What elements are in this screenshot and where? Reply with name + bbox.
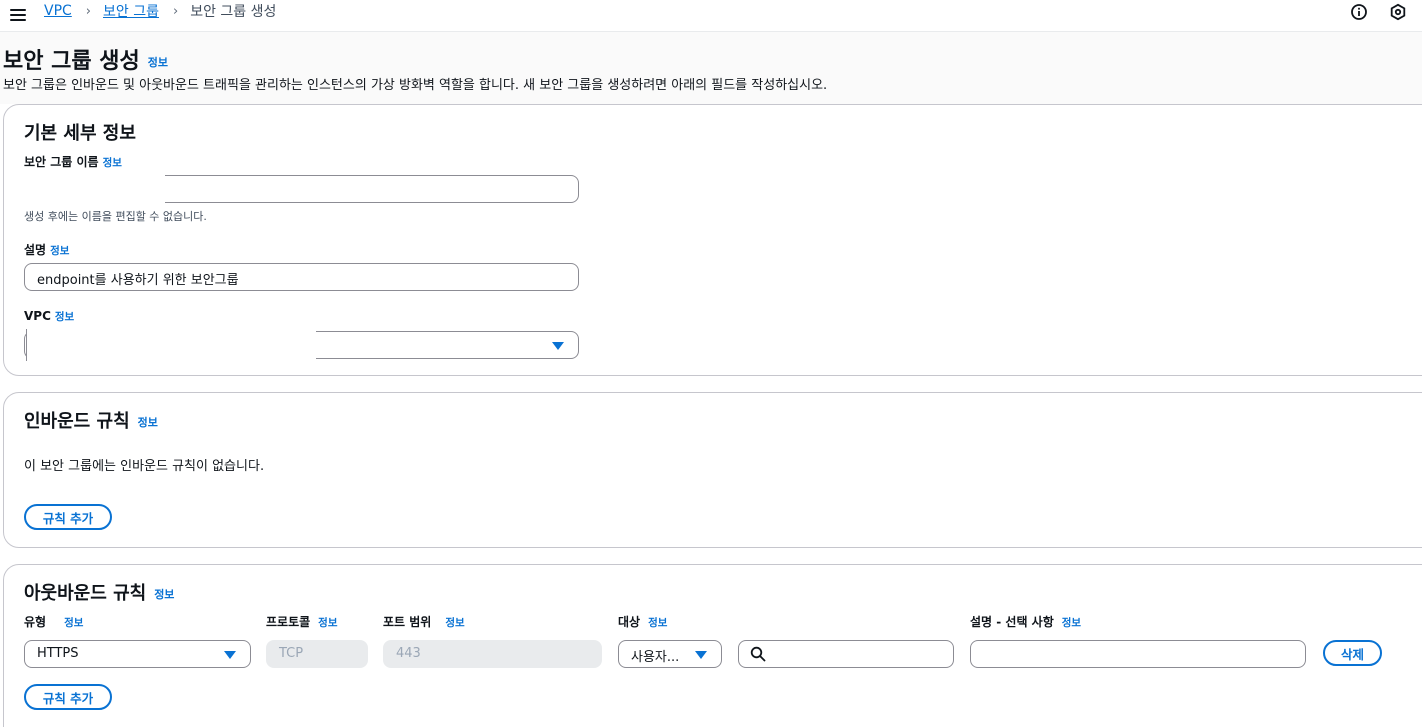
info-circle-icon[interactable] [1350,3,1368,21]
column-header-port-range: 포트 범위 정보 [383,613,465,630]
page-title: 보안 그룹 생성 정보 [3,43,168,75]
page-header: 보안 그룹 생성 정보 보안 그룹은 인바운드 및 아웃바운드 트래픽을 관리하는… [0,32,1422,104]
outbound-rules-panel: 아웃바운드 규칙 정보 유형 정보 프로토콜 정보 포트 범위 정보 대상 정보 설명 -… [3,564,1422,727]
rule-description-input[interactable] [970,640,1306,668]
column-header-description: 설명 - 선택 사항 정보 [970,613,1081,630]
page-title-text: 보안 그룹 생성 [3,49,140,74]
inbound-add-rule-button[interactable]: 규칙 추가 [24,504,112,530]
outbound-info-link[interactable]: 정보 [154,588,174,601]
vpc-info-link[interactable]: 정보 [55,311,74,323]
redacted-overlay [26,329,316,361]
basic-details-title-text: 기본 세부 정보 [24,123,136,144]
delete-rule-button[interactable]: 삭제 [1323,640,1382,666]
outbound-add-rule-button[interactable]: 규칙 추가 [24,684,112,710]
hexagon-settings-icon[interactable] [1389,3,1407,21]
description-input[interactable]: endpoint를 사용하기 위한 보안그룹 [24,263,579,291]
basic-details-panel: 기본 세부 정보 보안 그룹 이름 정보 생성 후에는 이름을 편집할 수 없습니… [3,104,1422,376]
target-info-link[interactable]: 정보 [648,617,667,629]
caret-down-icon [552,342,564,350]
top-navigation-bar: VPC › 보안 그룹 › 보안 그룹 생성 [0,0,1422,32]
inbound-rules-title: 인바운드 규칙 정보 [24,407,158,433]
description-optional-info-link[interactable]: 정보 [1062,617,1081,629]
column-header-type-text: 유형 [24,615,47,629]
column-header-protocol: 프로토콜 정보 [266,613,338,630]
inbound-empty-message: 이 보안 그룹에는 인바운드 규칙이 없습니다. [24,459,265,474]
description-label-text: 설명 [24,243,47,257]
security-group-name-info-link[interactable]: 정보 [103,157,122,169]
breadcrumb-current: 보안 그룹 생성 [190,4,277,20]
search-icon [750,646,766,662]
inbound-rules-panel: 인바운드 규칙 정보 이 보안 그룹에는 인바운드 규칙이 없습니다. 규칙 추가 [3,392,1422,548]
breadcrumb: VPC › 보안 그룹 › 보안 그룹 생성 [44,2,276,20]
vpc-label-text: VPC [24,309,51,323]
basic-details-title: 기본 세부 정보 [24,119,136,145]
caret-down-icon [224,651,236,659]
security-group-name-hint: 생성 후에는 이름을 편집할 수 없습니다. [24,210,207,223]
breadcrumb-security-groups-link[interactable]: 보안 그룹 [103,1,159,21]
outbound-rules-title-text: 아웃바운드 규칙 [24,583,147,604]
target-search-input[interactable] [738,640,954,668]
redacted-overlay [22,173,165,205]
caret-down-icon [695,651,707,659]
target-type-select[interactable]: 사용자... [618,640,722,668]
column-header-protocol-text: 프로토콜 [266,615,311,629]
rule-type-value: HTTPS [37,646,79,661]
inbound-rules-title-text: 인바운드 규칙 [24,411,130,432]
chevron-right-icon: › [172,3,179,19]
description-info-link[interactable]: 정보 [50,245,69,257]
target-type-value: 사용자... [631,650,680,665]
breadcrumb-vpc-link[interactable]: VPC [44,3,72,19]
column-header-port-range-text: 포트 범위 [383,615,432,629]
type-info-link[interactable]: 정보 [64,617,83,629]
column-header-target-text: 대상 [618,615,641,629]
outbound-rules-title: 아웃바운드 규칙 정보 [24,579,174,605]
security-group-name-label-text: 보안 그룹 이름 [24,155,99,169]
port-range-info-link[interactable]: 정보 [445,617,464,629]
page-info-link[interactable]: 정보 [148,56,168,69]
description-label: 설명 정보 [24,241,69,258]
security-group-name-label: 보안 그룹 이름 정보 [24,153,122,170]
vpc-label: VPC 정보 [24,309,74,324]
page-description: 보안 그룹은 인바운드 및 아웃바운드 트래픽을 관리하는 인스턴스의 가상 방… [3,78,828,93]
hamburger-menu-icon[interactable] [10,6,26,22]
rule-type-select[interactable]: HTTPS [24,640,251,668]
protocol-info-link[interactable]: 정보 [318,617,337,629]
protocol-field: TCP [266,640,368,668]
port-range-field: 443 [383,640,602,668]
inbound-info-link[interactable]: 정보 [138,416,158,429]
column-header-target: 대상 정보 [618,613,667,630]
chevron-right-icon: › [85,3,91,19]
column-header-description-text: 설명 - 선택 사항 [970,615,1054,629]
column-header-type: 유형 정보 [24,613,83,630]
